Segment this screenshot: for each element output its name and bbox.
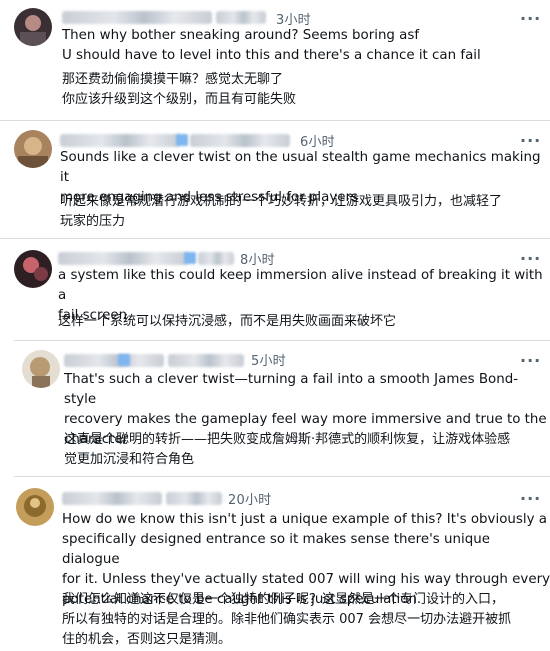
avatar[interactable] (22, 350, 60, 388)
comment-1: 3小时 ··· Then why bother sneaking around?… (0, 0, 550, 118)
handle-blurred (168, 354, 244, 367)
comment-text-zh: 我们怎么知道这不仅仅是一个独特的例子呢？这显然是一个专门设计的入口， 所以有独特… (62, 592, 512, 647)
comment-text-en: Then why bother sneaking around? Seems b… (62, 28, 481, 63)
divider (0, 120, 550, 121)
username-blurred[interactable] (62, 492, 162, 505)
comment-5: 20小时 ··· How do we know this isn't just … (0, 480, 550, 651)
divider (14, 476, 550, 477)
verified-badge-icon (118, 354, 130, 366)
comment-text-zh: 听起来像是常规潜行游戏机制的一个巧妙转折，让游戏更具吸引力，也减轻了 玩家的压力 (60, 194, 503, 229)
comment-4: 5小时 ··· That's such a clever twist—turni… (0, 344, 550, 474)
more-options-icon[interactable]: ··· (520, 353, 541, 369)
more-options-icon[interactable]: ··· (520, 251, 541, 267)
username-blurred[interactable] (64, 354, 164, 367)
divider (14, 340, 550, 341)
username-blurred[interactable] (58, 252, 188, 265)
comment-text-zh: 那还费劲偷偷摸摸干嘛？感觉太无聊了 你应该升级到这个级别，而且有可能失败 (62, 72, 297, 107)
username-blurred[interactable] (60, 134, 180, 147)
more-options-icon[interactable]: ··· (520, 11, 541, 27)
comment-text-zh: 这真是个聪明的转折——把失败变成詹姆斯·邦德式的顺利恢复，让游戏体验感 觉更加沉… (64, 432, 511, 467)
timestamp: 20小时 (228, 493, 272, 508)
divider (0, 238, 550, 239)
more-options-icon[interactable]: ··· (520, 491, 541, 507)
verified-badge-icon (176, 134, 188, 146)
avatar[interactable] (14, 250, 52, 288)
comment-3: 8小时 ··· a system like this could keep im… (0, 242, 550, 338)
verified-badge-icon (184, 252, 196, 264)
more-options-icon[interactable]: ··· (520, 133, 541, 149)
timestamp: 5小时 (251, 354, 286, 369)
handle-blurred (198, 252, 234, 265)
comment-2: 6小时 ··· Sounds like a clever twist on th… (0, 124, 550, 238)
comment-text-zh: 这样一个系统可以保持沉浸感，而不是用失败画面来破坏它 (58, 314, 397, 329)
avatar[interactable] (14, 130, 52, 168)
handle-blurred (216, 11, 266, 24)
username-blurred[interactable] (62, 11, 212, 24)
handle-blurred (190, 134, 290, 147)
avatar[interactable] (16, 488, 54, 526)
avatar[interactable] (14, 8, 52, 46)
handle-blurred (166, 492, 222, 505)
